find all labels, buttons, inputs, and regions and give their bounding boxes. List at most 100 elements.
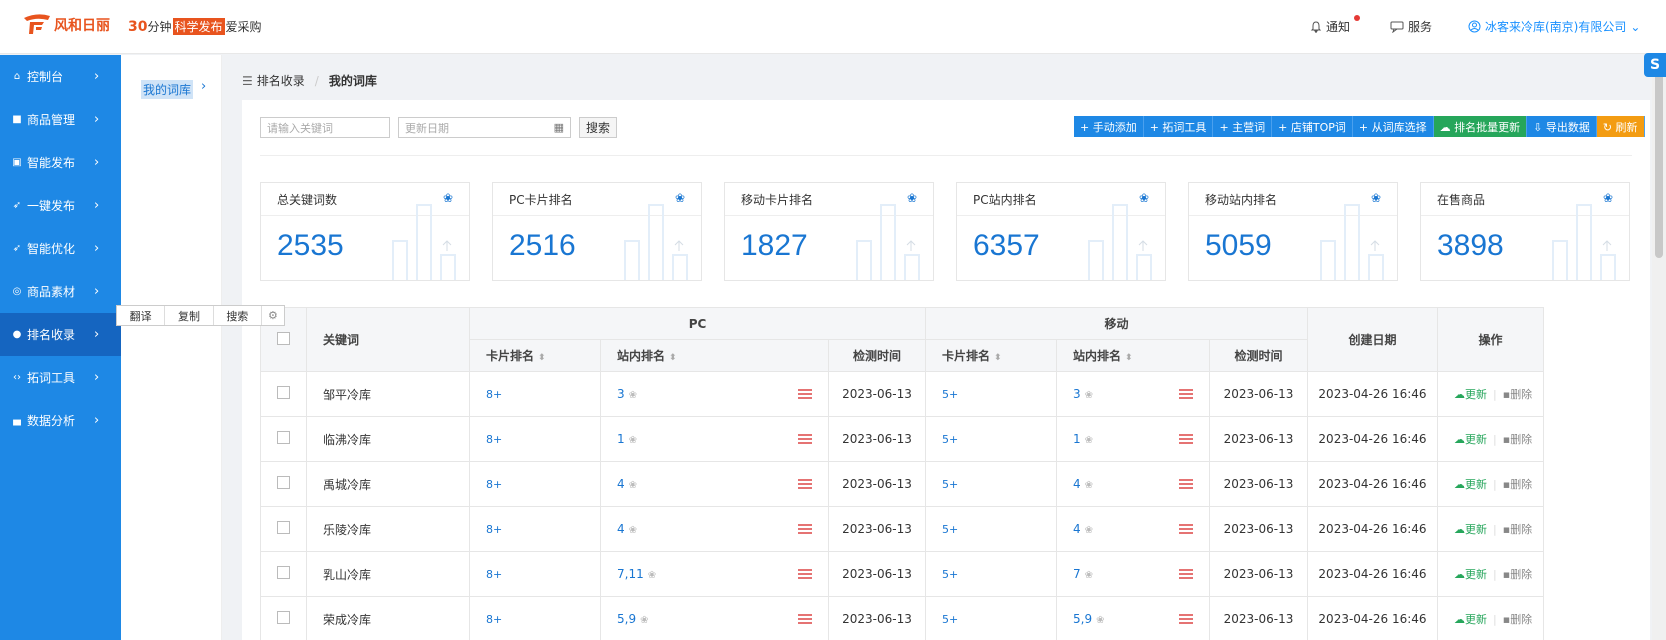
cloud-icon: ☁ <box>1454 568 1465 581</box>
floating-tool-icon[interactable]: S <box>1644 53 1666 77</box>
sidebar-item-dashboard[interactable]: ⌂ 控制台 › <box>0 55 121 98</box>
inner-rank-cell[interactable]: 3 ❀ <box>1056 371 1210 417</box>
inner-rank-cell[interactable]: 4 ❀ <box>1056 506 1210 552</box>
paw-icon: ❀ <box>1084 480 1094 491</box>
export-data-button[interactable]: ⇩ 导出数据 <box>1527 116 1597 137</box>
chevron-right-icon: › <box>94 370 100 385</box>
delete-button[interactable]: ▪删除 <box>1503 613 1532 626</box>
update-date-picker[interactable]: 更新日期 ▦ <box>398 117 571 138</box>
update-button[interactable]: ☁更新 <box>1454 613 1487 626</box>
col-group-mobile: 移动 <box>925 307 1308 340</box>
inner-rank-cell[interactable]: 4 ❀ <box>600 461 829 507</box>
inner-rank-cell[interactable]: 1 ❀ <box>1056 416 1210 462</box>
refresh-button[interactable]: ↻ 刷新 <box>1596 116 1645 137</box>
sidebar-item-products[interactable]: ■ 商品管理 › <box>0 98 121 141</box>
detail-list-icon[interactable] <box>1179 567 1193 581</box>
pc-check-time-cell: 2023-06-13 <box>828 416 926 462</box>
batch-rank-update-button[interactable]: ☁ 排名批量更新 <box>1433 116 1528 137</box>
shop-top-keyword-button[interactable]: + 店铺TOP词 <box>1272 116 1353 137</box>
created-date-cell: 2023-04-26 16:46 <box>1307 371 1438 417</box>
update-button[interactable]: ☁更新 <box>1454 568 1487 581</box>
row-checkbox[interactable] <box>277 521 290 534</box>
delete-button[interactable]: ▪删除 <box>1503 478 1532 491</box>
row-checkbox[interactable] <box>277 386 290 399</box>
select-all-checkbox[interactable] <box>277 331 290 345</box>
sidebar-item-ranking[interactable]: ● 排名收录 › <box>0 313 121 356</box>
inner-rank-cell[interactable]: 5,9 ❀ <box>1056 596 1210 640</box>
detail-list-icon[interactable] <box>798 387 812 401</box>
sort-icon: ⬍ <box>538 353 546 363</box>
table-row: 邹平冷库 8+ 3 ❀ 2023-06-13 5+ 3 ❀ 2023-06-13 2023-04-… <box>260 371 1544 417</box>
inner-rank-cell[interactable]: 4 ❀ <box>1056 461 1210 507</box>
update-button[interactable]: ☁更新 <box>1454 523 1487 536</box>
sidebar-item-smart-optimize[interactable]: ➶ 智能优化 › <box>0 227 121 270</box>
stat-card: 总关键词数 ❀ 2535 <box>260 182 470 281</box>
update-button[interactable]: ☁更新 <box>1454 388 1487 401</box>
sort-icon: ⬍ <box>669 353 677 363</box>
update-button[interactable]: ☁更新 <box>1454 478 1487 491</box>
breadcrumb-parent[interactable]: 排名收录 <box>257 72 305 89</box>
col-m-card-rank[interactable]: 卡片排名 ⬍ <box>925 339 1057 372</box>
subnav-my-keywords[interactable]: 我的词库 <box>141 80 194 99</box>
delete-button[interactable]: ▪删除 <box>1503 433 1532 446</box>
col-pc-inner-rank[interactable]: 站内排名 ⬍ <box>600 339 829 372</box>
detail-list-icon[interactable] <box>798 612 812 626</box>
paw-icon: ❀ <box>1084 570 1094 581</box>
detail-list-icon[interactable] <box>798 522 812 536</box>
col-pc-card-rank[interactable]: 卡片排名 ⬍ <box>469 339 601 372</box>
gear-icon[interactable]: ⚙ <box>262 306 284 325</box>
update-button[interactable]: ☁更新 <box>1454 433 1487 446</box>
pc-check-time-cell: 2023-06-13 <box>828 596 926 640</box>
row-checkbox[interactable] <box>277 611 290 624</box>
row-checkbox[interactable] <box>277 566 290 579</box>
detail-list-icon[interactable] <box>1179 477 1193 491</box>
paw-icon: ❀ <box>1084 525 1094 536</box>
manual-add-button[interactable]: + 手动添加 <box>1074 116 1144 137</box>
detail-list-icon[interactable] <box>798 477 812 491</box>
sidebar-item-smart-publish[interactable]: ▣ 智能发布 › <box>0 141 121 184</box>
detail-list-icon[interactable] <box>1179 522 1193 536</box>
stat-card: 移动卡片排名 ❀ 1827 <box>724 182 934 281</box>
brand-logo[interactable]: 风和日丽 <box>22 12 110 38</box>
inner-rank-cell[interactable]: 1 ❀ <box>600 416 829 462</box>
col-actions: 操作 <box>1437 307 1544 372</box>
delete-button[interactable]: ▪删除 <box>1503 523 1532 536</box>
account-menu[interactable]: 冰客来冷库(南京)有限公司 ⌄ <box>1468 18 1640 35</box>
keyword-tool-button[interactable]: + 拓词工具 <box>1143 116 1214 137</box>
sidebar-item-one-click-publish[interactable]: ➶ 一键发布 › <box>0 184 121 227</box>
detail-list-icon[interactable] <box>798 432 812 446</box>
detail-list-icon[interactable] <box>1179 432 1193 446</box>
search-button[interactable]: 搜索 <box>214 306 262 325</box>
optimize-icon: ➶ <box>12 243 22 254</box>
notify-button[interactable]: 通知 <box>1310 15 1360 35</box>
row-checkbox[interactable] <box>277 431 290 444</box>
copy-button[interactable]: 复制 <box>165 306 214 325</box>
main-keyword-button[interactable]: + 主营词 <box>1213 116 1273 137</box>
delete-button[interactable]: ▪删除 <box>1503 568 1532 581</box>
sidebar-item-keyword-tools[interactable]: ‹› 拓词工具 › <box>0 356 121 399</box>
keyword-input[interactable]: 请输入关键词 <box>260 117 390 138</box>
delete-button[interactable]: ▪删除 <box>1503 388 1532 401</box>
breadcrumb: ☰ 排名收录 / 我的词库 <box>242 72 377 89</box>
paw-icon: ❀ <box>1096 615 1105 626</box>
inner-rank-cell[interactable]: 7,11 ❀ <box>600 551 829 597</box>
search-button[interactable]: 搜索 <box>579 117 618 138</box>
row-checkbox[interactable] <box>277 476 290 489</box>
scrollbar-thumb[interactable] <box>1655 58 1663 258</box>
created-date-cell: 2023-04-26 16:46 <box>1307 461 1438 507</box>
translate-button[interactable]: 翻译 <box>117 306 166 325</box>
inner-rank-cell[interactable]: 7 ❀ <box>1056 551 1210 597</box>
select-from-library-button[interactable]: + 从词库选择 <box>1352 116 1434 137</box>
col-m-inner-rank[interactable]: 站内排名 ⬍ <box>1056 339 1210 372</box>
keyword-cell: 临沸冷库 <box>306 416 470 462</box>
detail-list-icon[interactable] <box>1179 612 1193 626</box>
detail-list-icon[interactable] <box>798 567 812 581</box>
detail-list-icon[interactable] <box>1179 387 1193 401</box>
sidebar-item-materials[interactable]: ◎ 商品素材 › <box>0 270 121 313</box>
inner-rank-cell[interactable]: 4 ❀ <box>600 506 829 552</box>
paw-icon: ❀ <box>628 480 638 491</box>
sidebar-item-analytics[interactable]: ▄ 数据分析 › <box>0 399 121 442</box>
service-button[interactable]: 服务 <box>1390 18 1432 35</box>
inner-rank-cell[interactable]: 3 ❀ <box>600 371 829 417</box>
inner-rank-cell[interactable]: 5,9 ❀ <box>600 596 829 640</box>
